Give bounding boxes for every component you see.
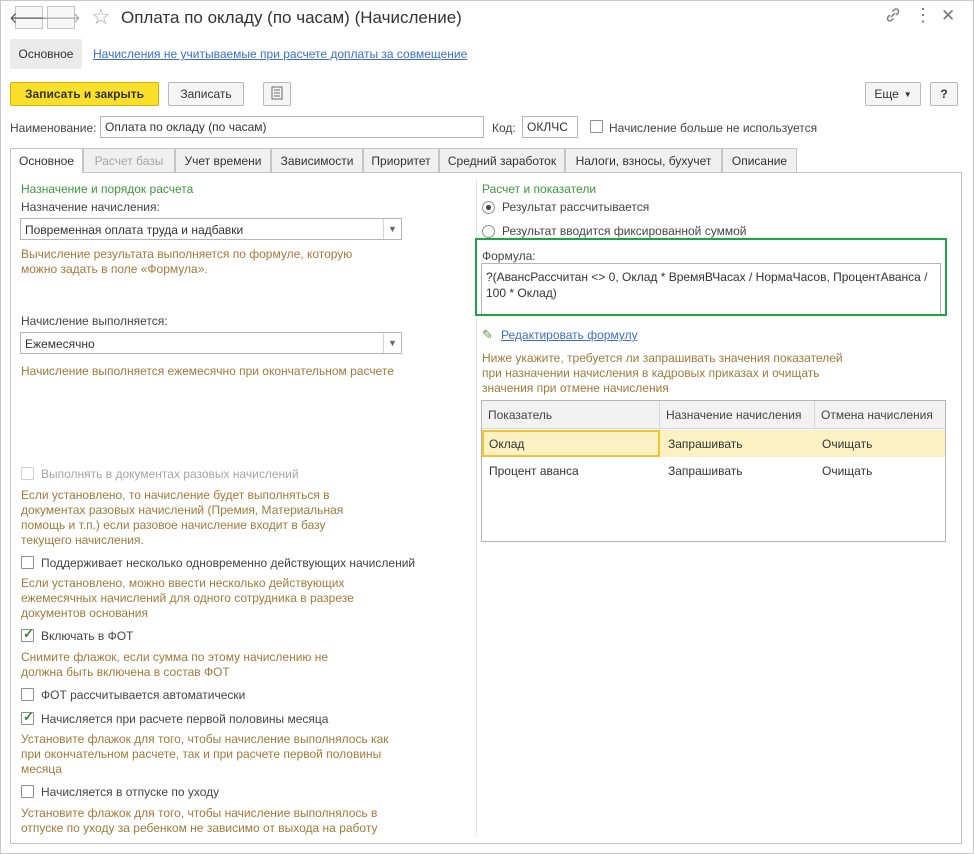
include-fot-checkbox[interactable]: ✓ (21, 626, 34, 642)
period-hint: Начисление выполняется ежемесячно при ок… (21, 364, 394, 378)
tab-base-calculation[interactable]: Расчет базы (83, 148, 175, 172)
one-time-docs-label: Выполнять в документах разовых начислени… (41, 467, 299, 481)
period-select-value: Ежемесячно (25, 337, 95, 351)
include-fot-label: Включать в ФОТ (41, 629, 134, 643)
group-title-purpose: Назначение и порядок расчета (21, 182, 194, 196)
first-half-month-label: Начисляется при расчете первой половины … (41, 712, 329, 726)
tab-main[interactable]: Основное (10, 148, 83, 173)
tab-priority[interactable]: Приоритет (363, 148, 439, 172)
indicators-hint: Ниже укажите, требуется ли запрашивать з… (482, 351, 843, 395)
more-menu-icon[interactable]: ⋮ (914, 5, 932, 26)
save-button[interactable]: Записать (168, 82, 244, 106)
purpose-hint: Вычисление результата выполняется по фор… (21, 247, 353, 276)
tab-description[interactable]: Описание (722, 148, 797, 172)
table-cell[interactable]: Запрашивать (662, 430, 815, 457)
multiple-accruals-label: Поддерживает несколько одновременно дейс… (41, 556, 416, 570)
first-half-month-hint: Установите флажок для того, чтобы начисл… (21, 732, 389, 776)
one-time-docs-checkbox[interactable] (21, 467, 34, 480)
tab-dependencies[interactable]: Зависимости (271, 148, 363, 172)
multiple-accruals-checkbox[interactable] (21, 556, 34, 569)
table-row[interactable]: Процент аванса Запрашивать Очищать (482, 457, 945, 484)
table-cell[interactable]: Оклад (482, 430, 660, 457)
link-icon[interactable] (885, 7, 901, 27)
fot-auto-label: ФОТ рассчитывается автоматически (41, 688, 246, 702)
radio-fixed-sum-label: Результат вводится фиксированной суммой (502, 224, 747, 238)
first-half-month-checkbox[interactable]: ✓ (21, 709, 34, 725)
radio-calculated[interactable] (482, 201, 495, 214)
table-header-purpose[interactable]: Назначение начисления (660, 401, 815, 429)
edit-formula-link[interactable]: Редактировать формулу (501, 328, 638, 342)
indicators-table: Показатель Назначение начисления Отмена … (481, 400, 946, 542)
document-list-icon (271, 86, 283, 103)
pencil-icon: ✎ (482, 327, 493, 342)
dropdown-arrow-icon[interactable]: ▼ (383, 219, 401, 239)
group-title-calculation: Расчет и показатели (482, 182, 597, 196)
one-time-docs-hint: Если установлено, то начисление будет вы… (21, 488, 344, 547)
window-title: Оплата по окладу (по часам) (Начисление) (121, 8, 462, 27)
not-used-checkbox[interactable] (590, 120, 603, 133)
section-main[interactable]: Основное (10, 39, 82, 69)
formula-highlight-frame (475, 238, 947, 316)
purpose-select-value: Повременная оплата труда и надбавки (25, 223, 244, 237)
not-used-label: Начисление больше не используется (609, 121, 818, 135)
purpose-select[interactable]: Повременная оплата труда и надбавки ▼ (20, 218, 402, 240)
forward-button[interactable]: 🡒 (41, 6, 81, 29)
fot-auto-checkbox[interactable] (21, 688, 34, 701)
parental-leave-checkbox[interactable] (21, 785, 34, 798)
chevron-down-icon: ▼ (903, 89, 912, 99)
table-cell[interactable]: Запрашивать (662, 457, 815, 484)
include-fot-hint: Снимите флажок, если сумма по этому начи… (21, 650, 329, 679)
name-label: Наименование: (10, 121, 97, 135)
checkmark-icon: ✓ (23, 626, 34, 641)
table-cell[interactable]: Процент аванса (483, 457, 660, 484)
document-window: 🡐 🡒 ☆ Оплата по окладу (по часам) (Начис… (0, 0, 974, 854)
favorite-star-icon[interactable]: ☆ (91, 4, 111, 30)
section-link-accruals[interactable]: Начисления не учитываемые при расчете до… (93, 47, 467, 61)
dropdown-arrow-icon[interactable]: ▼ (383, 333, 401, 353)
parental-leave-hint: Установите флажок для того, чтобы начисл… (21, 806, 378, 835)
more-actions-button[interactable]: Еще ▼ (865, 82, 921, 106)
save-and-close-button[interactable]: Записать и закрыть (10, 82, 159, 106)
multiple-accruals-hint: Если установлено, можно ввести несколько… (21, 576, 354, 620)
tab-time-tracking[interactable]: Учет времени (175, 148, 271, 172)
table-row[interactable]: Оклад Запрашивать Очищать (482, 430, 945, 457)
table-header-cancel[interactable]: Отмена начисления (815, 401, 945, 429)
back-button[interactable]: 🡐 (9, 6, 49, 29)
arrow-right-icon: 🡒 (40, 10, 82, 27)
purpose-label: Назначение начисления: (21, 200, 160, 214)
tab-taxes[interactable]: Налоги, взносы, бухучет (565, 148, 722, 172)
help-button[interactable]: ? (930, 82, 958, 106)
more-actions-label: Еще (874, 87, 899, 101)
table-header-indicator[interactable]: Показатель (482, 401, 660, 429)
table-cell[interactable]: Очищать (816, 457, 945, 484)
period-label: Начисление выполняется: (21, 314, 168, 328)
checkmark-icon: ✓ (23, 709, 34, 724)
code-input[interactable]: ОКЛЧС (522, 116, 578, 138)
code-label: Код: (492, 121, 516, 135)
radio-fixed-sum[interactable] (482, 225, 495, 238)
parental-leave-label: Начисляется в отпуске по уходу (41, 785, 220, 799)
period-select[interactable]: Ежемесячно ▼ (20, 332, 402, 354)
name-input[interactable]: Оплата по окладу (по часам) (100, 116, 484, 138)
close-icon[interactable]: ✕ (941, 6, 955, 26)
radio-calculated-label: Результат рассчитывается (502, 200, 650, 214)
tab-average-earnings[interactable]: Средний заработок (439, 148, 565, 172)
report-button[interactable] (263, 82, 291, 106)
table-cell[interactable]: Очищать (816, 430, 945, 457)
